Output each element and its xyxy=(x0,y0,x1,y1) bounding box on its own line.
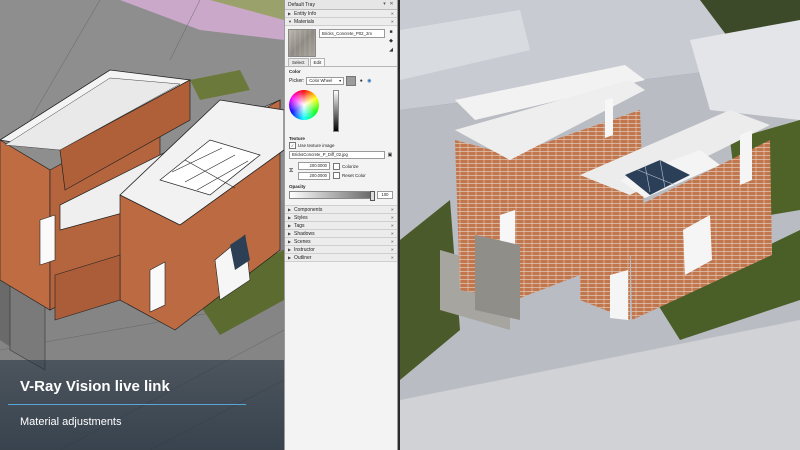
color-wheel-row xyxy=(285,88,397,134)
material-name-field[interactable]: Bricks_Concrete_P02_2m xyxy=(319,29,385,38)
material-thumbnail[interactable] xyxy=(288,29,316,57)
panel-materials[interactable]: ▼ Materials ✕ xyxy=(285,18,397,26)
caption-divider xyxy=(8,404,246,405)
reset-color-label: Reset Color xyxy=(342,173,366,178)
close-icon[interactable]: ✕ xyxy=(389,2,394,7)
eyedropper-icon[interactable]: ● xyxy=(358,78,364,84)
panel-label: Styles xyxy=(294,214,308,221)
close-icon[interactable]: ✕ xyxy=(391,19,394,24)
tab-edit[interactable]: Edit xyxy=(309,58,326,66)
chevron-down-icon: ▾ xyxy=(339,78,342,83)
panel-label: Tags xyxy=(294,222,305,229)
close-icon[interactable]: ✕ xyxy=(391,223,394,228)
panel-tags[interactable]: ▶ Tags ✕ xyxy=(285,222,397,230)
default-tray: Default Tray ▾ ✕ ▶ Entity Info ✕ ▼ Mater… xyxy=(284,0,398,450)
colorize-label: Colorize xyxy=(342,164,359,169)
close-icon[interactable]: ✕ xyxy=(391,255,394,260)
vray-vision-render[interactable] xyxy=(400,0,800,450)
panel-styles[interactable]: ▶ Styles ✕ xyxy=(285,214,397,222)
colorize-checkbox[interactable] xyxy=(333,163,340,170)
caption-subtitle: Material adjustments xyxy=(20,416,122,428)
close-icon[interactable]: ✕ xyxy=(391,239,394,244)
pin-icon[interactable]: ▾ xyxy=(382,2,387,7)
material-header: Bricks_Concrete_P02_2m ■ ◆ ◢ xyxy=(285,26,397,58)
folder-icon[interactable]: ▣ xyxy=(387,152,393,158)
collapse-arrow-icon: ▶ xyxy=(288,231,292,236)
collapse-arrow-icon: ▶ xyxy=(288,11,292,16)
close-icon[interactable]: ✕ xyxy=(391,11,394,16)
color-wheel[interactable] xyxy=(289,90,319,120)
use-texture-row: ✓ Use texture image xyxy=(285,141,397,150)
collapse-arrow-icon: ▶ xyxy=(288,247,292,252)
panel-label: Scenes xyxy=(294,238,311,245)
lock-icon[interactable]: ■ xyxy=(388,29,394,35)
texture-section-label: Texture xyxy=(289,136,305,141)
panel-scenes[interactable]: ▶ Scenes ✕ xyxy=(285,238,397,246)
panel-label: Shadows xyxy=(294,230,315,237)
colorize-row: Colorize xyxy=(333,163,366,170)
texture-file-field[interactable]: BricksConcrete_P_Diff_02.jpg xyxy=(289,151,385,159)
collapsed-panels: ▶ Components ✕ ▶ Styles ✕ ▶ Tags ✕ ▶ Shadows ✕ ▶… xyxy=(285,205,397,262)
create-material-icon[interactable]: ◆ xyxy=(388,38,394,44)
use-texture-checkbox[interactable]: ✓ xyxy=(289,142,296,149)
collapse-arrow-icon: ▶ xyxy=(288,215,292,220)
paint-bucket-icon[interactable]: ◢ xyxy=(388,47,394,53)
panel-entity-info[interactable]: ▶ Entity Info ✕ xyxy=(285,10,397,18)
tab-select[interactable]: Select xyxy=(288,58,309,66)
panel-shadows[interactable]: ▶ Shadows ✕ xyxy=(285,230,397,238)
caption-title: V-Ray Vision live link xyxy=(20,378,170,395)
close-icon[interactable]: ✕ xyxy=(391,231,394,236)
use-texture-label: Use texture image xyxy=(298,143,335,148)
picker-select[interactable]: Color Wheel ▾ xyxy=(306,77,345,85)
collapse-arrow-icon: ▶ xyxy=(288,239,292,244)
panel-label: Components xyxy=(294,206,323,213)
texture-size-block: ⧖ 200.0000 200.0000 Colorize Reset Color xyxy=(285,160,397,182)
collapse-arrow-icon: ▶ xyxy=(288,207,292,212)
brightness-slider[interactable] xyxy=(333,90,339,132)
expand-arrow-icon: ▼ xyxy=(288,19,292,24)
panel-instructor[interactable]: ▶ Instructor ✕ xyxy=(285,246,397,254)
color-swatch[interactable] xyxy=(346,76,357,86)
caption-overlay: V-Ray Vision live link Material adjustme… xyxy=(0,360,284,450)
picker-row: Picker: Color Wheel ▾ ● ◉ xyxy=(285,74,397,88)
panel-outliner[interactable]: ▶ Outliner ✕ xyxy=(285,254,397,262)
panel-components[interactable]: ▶ Components ✕ xyxy=(285,206,397,214)
panel-label: Materials xyxy=(294,18,315,25)
collapse-arrow-icon: ▶ xyxy=(288,223,292,228)
texture-file-row: BricksConcrete_P_Diff_02.jpg ▣ xyxy=(285,150,397,160)
picker-value: Color Wheel xyxy=(309,78,333,83)
opacity-row: 100 xyxy=(285,189,397,201)
reset-color-swatch[interactable] xyxy=(333,172,340,179)
texture-width-input[interactable]: 200.0000 xyxy=(298,162,330,170)
sketchup-viewport[interactable]: V-Ray Vision live link Material adjustme… xyxy=(0,0,284,450)
tray-title: Default Tray xyxy=(288,1,315,8)
panel-label: Outliner xyxy=(294,254,312,261)
tray-titlebar[interactable]: Default Tray ▾ ✕ xyxy=(285,0,397,10)
panel-label: Instructor xyxy=(294,246,315,253)
rendered-building-image xyxy=(400,0,800,450)
opacity-slider[interactable] xyxy=(289,191,375,201)
material-tabs: Select Edit xyxy=(285,58,397,67)
close-icon[interactable]: ✕ xyxy=(391,247,394,252)
chain-link-icon[interactable]: ⧖ xyxy=(289,168,295,175)
opacity-knob[interactable] xyxy=(370,191,375,201)
collapse-arrow-icon: ▶ xyxy=(288,255,292,260)
match-color-icon[interactable]: ◉ xyxy=(366,78,372,84)
reset-color-row[interactable]: Reset Color xyxy=(333,172,366,179)
picker-label: Picker: xyxy=(289,78,305,84)
opacity-input[interactable]: 100 xyxy=(377,191,393,199)
color-section-label: Color xyxy=(289,69,301,74)
texture-height-input[interactable]: 200.0000 xyxy=(298,172,330,180)
opacity-section-label: Opacity xyxy=(289,184,306,189)
close-icon[interactable]: ✕ xyxy=(391,207,394,212)
panel-label: Entity Info xyxy=(294,10,317,17)
close-icon[interactable]: ✕ xyxy=(391,215,394,220)
